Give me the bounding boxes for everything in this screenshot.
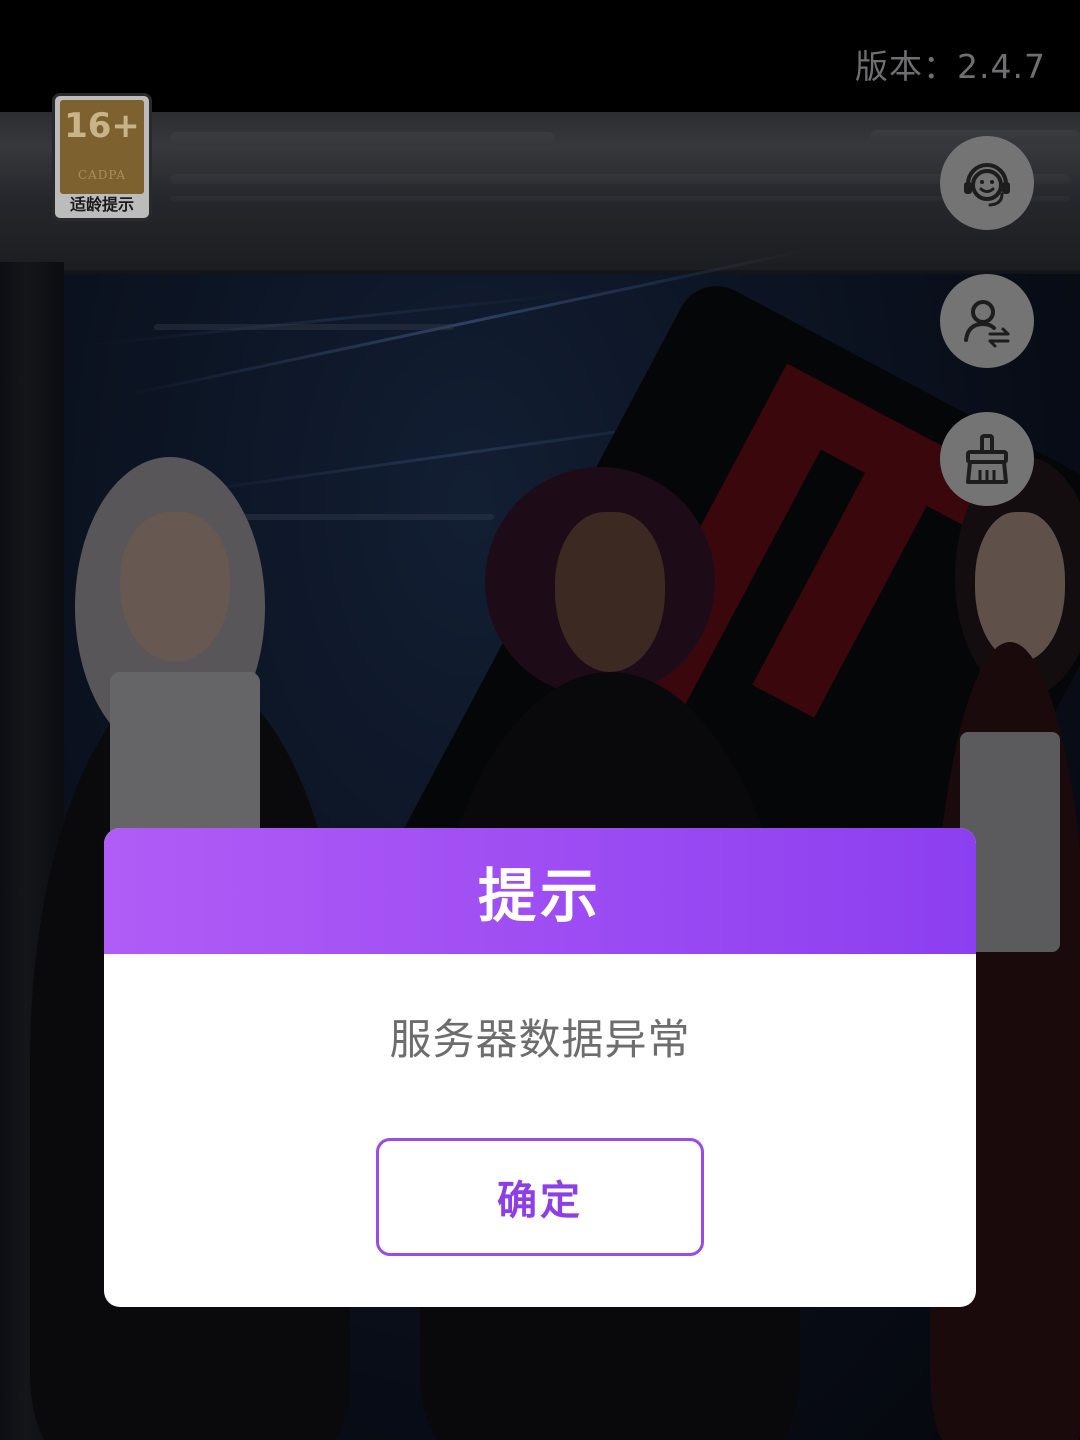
version-label: 版本：2.4.7 <box>855 47 1046 86</box>
switch-account-button[interactable] <box>940 274 1034 368</box>
game-launch-screen: 版本：2.4.7 16+ CADPA 适龄提示 提示 服务器数据异常 确定 <box>0 0 1080 1440</box>
dialog-title: 提示 <box>477 862 602 930</box>
age-rating-label: 适龄提示 <box>69 195 134 214</box>
customer-service-icon <box>964 163 1010 207</box>
dialog-header: 提示 <box>104 828 976 954</box>
age-rating-tile: 16+ CADPA <box>60 100 144 194</box>
dialog-message: 服务器数据异常 <box>389 1015 691 1064</box>
alert-dialog: 提示 服务器数据异常 确定 <box>104 828 976 1307</box>
clean-cache-button[interactable] <box>940 412 1034 506</box>
age-rating-badge: 16+ CADPA 适龄提示 <box>52 93 152 221</box>
age-rating-org: CADPA <box>77 168 127 182</box>
confirm-button[interactable]: 确定 <box>376 1138 704 1256</box>
clean-cache-icon <box>966 434 1008 484</box>
customer-service-button[interactable] <box>940 136 1034 230</box>
switch-account-icon <box>964 300 1010 348</box>
age-rating-value: 16+ <box>64 106 140 146</box>
top-status-strip: 版本：2.4.7 <box>0 0 1080 112</box>
